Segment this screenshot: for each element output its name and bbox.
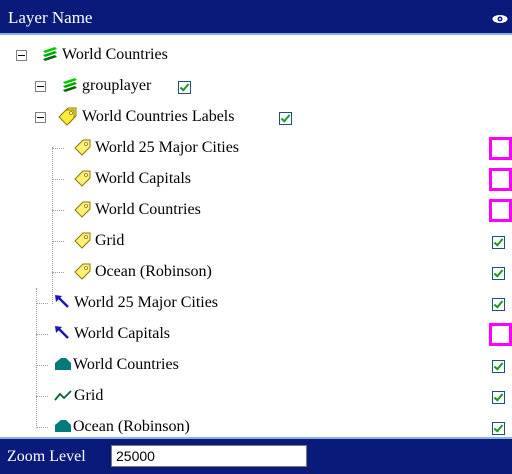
layer-label: World Countries Labels bbox=[82, 108, 235, 125]
visibility-checkbox-highlighted[interactable] bbox=[489, 137, 512, 160]
eye-icon[interactable] bbox=[492, 11, 508, 29]
polyline-icon bbox=[54, 389, 72, 407]
tree-node-layer[interactable]: World Countries bbox=[0, 350, 512, 381]
tree-node-label-layer[interactable]: World Capitals bbox=[0, 164, 512, 195]
tree-connector bbox=[52, 210, 64, 211]
visibility-checkbox-highlighted[interactable] bbox=[489, 168, 512, 191]
layer-label: Grid bbox=[95, 232, 125, 249]
visibility-checkbox-highlighted[interactable] bbox=[489, 199, 512, 222]
visibility-checkbox-highlighted[interactable] bbox=[489, 323, 512, 346]
zoom-level-label: Zoom Level bbox=[7, 448, 86, 465]
layer-label: grouplayer bbox=[82, 77, 152, 94]
tree-connector bbox=[52, 241, 64, 242]
tree-connector bbox=[36, 303, 48, 304]
tree-node-grouplayer[interactable]: grouplayer bbox=[0, 71, 512, 102]
visibility-checkbox[interactable] bbox=[492, 422, 505, 435]
tree-node-label-layer[interactable]: World Countries bbox=[0, 195, 512, 226]
tree-node-world-countries-root[interactable]: World Countries bbox=[0, 40, 512, 71]
tree-node-label-layer[interactable]: Grid bbox=[0, 226, 512, 257]
tree-node-label-layer[interactable]: World 25 Major Cities bbox=[0, 133, 512, 164]
tree-connector bbox=[36, 365, 48, 366]
tree-connector bbox=[36, 396, 48, 397]
label-tag-icon bbox=[72, 261, 92, 286]
stacked-layers-icon bbox=[60, 77, 78, 100]
tree-connector bbox=[52, 272, 64, 273]
visibility-checkbox[interactable] bbox=[492, 298, 505, 311]
visibility-checkbox[interactable] bbox=[492, 236, 505, 249]
tree-connector bbox=[52, 179, 64, 180]
layer-label: World Capitals bbox=[74, 325, 171, 342]
point-pin-icon bbox=[54, 325, 72, 346]
tree-node-layer[interactable]: Grid bbox=[0, 381, 512, 412]
tree-connector bbox=[52, 148, 64, 149]
label-tag-icon bbox=[72, 230, 92, 255]
layer-tree: World Countries grouplayer World Countri… bbox=[0, 35, 512, 437]
layer-label: World Countries bbox=[62, 46, 168, 63]
layer-label: World Countries bbox=[95, 201, 201, 218]
layer-label: Ocean (Robinson) bbox=[73, 418, 190, 435]
visibility-checkbox[interactable] bbox=[492, 360, 505, 373]
label-tag-icon bbox=[72, 168, 92, 193]
tree-connector bbox=[36, 334, 48, 335]
tree-connector bbox=[36, 427, 48, 428]
label-tag-icon bbox=[72, 199, 92, 224]
polygon-icon bbox=[54, 419, 72, 438]
zoom-level-bar: Zoom Level bbox=[0, 437, 512, 474]
layer-list-header: Layer Name bbox=[0, 0, 512, 35]
collapse-toggle[interactable] bbox=[35, 112, 46, 123]
layer-name-column-header: Layer Name bbox=[8, 8, 93, 27]
collapse-toggle[interactable] bbox=[35, 81, 46, 92]
tree-node-layer[interactable]: World 25 Major Cities bbox=[0, 288, 512, 319]
visibility-checkbox[interactable] bbox=[492, 391, 505, 404]
polygon-icon bbox=[54, 357, 72, 376]
collapse-toggle[interactable] bbox=[16, 50, 27, 61]
label-tag-icon bbox=[58, 106, 78, 131]
tree-node-label-layer[interactable]: Ocean (Robinson) bbox=[0, 257, 512, 288]
tree-node-world-countries-labels[interactable]: World Countries Labels bbox=[0, 102, 512, 133]
visibility-checkbox[interactable] bbox=[279, 112, 292, 125]
layer-label: World 25 Major Cities bbox=[74, 294, 219, 311]
layer-label: World 25 Major Cities bbox=[95, 139, 240, 156]
stacked-layers-icon bbox=[40, 46, 58, 69]
layer-label: World Capitals bbox=[95, 170, 192, 187]
tree-node-layer[interactable]: World Capitals bbox=[0, 319, 512, 350]
visibility-checkbox[interactable] bbox=[492, 267, 505, 280]
label-tag-icon bbox=[72, 137, 92, 162]
layer-label: Grid bbox=[74, 387, 104, 404]
layer-label: World Countries bbox=[73, 356, 179, 373]
zoom-level-input[interactable] bbox=[111, 445, 307, 467]
point-pin-icon bbox=[54, 294, 72, 315]
visibility-checkbox[interactable] bbox=[178, 81, 191, 94]
layer-label: Ocean (Robinson) bbox=[95, 263, 212, 280]
